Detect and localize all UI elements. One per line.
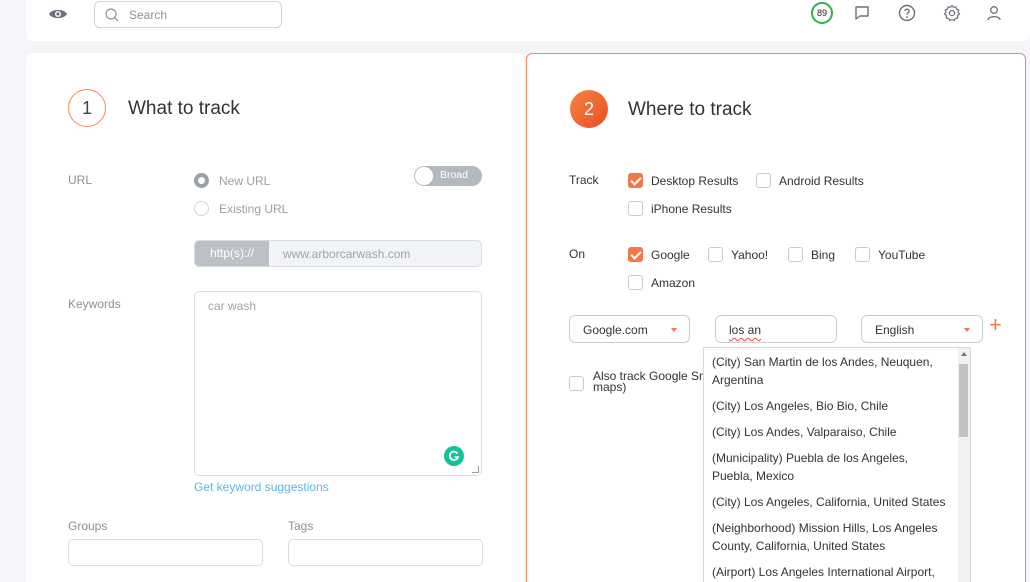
iphone-results-option[interactable]: iPhone Results bbox=[628, 201, 732, 216]
eye-icon[interactable] bbox=[48, 7, 68, 21]
bing-option[interactable]: Bing bbox=[788, 247, 835, 262]
checkbox-checked[interactable] bbox=[628, 173, 643, 188]
location-suggestion[interactable]: (City) San Martin de los Andes, Neuquen,… bbox=[704, 349, 960, 393]
checkbox-label: Amazon bbox=[651, 275, 696, 290]
location-suggestion[interactable]: (Municipality) Puebla de los Angeles, Pu… bbox=[704, 445, 960, 489]
top-bar: 89 bbox=[26, 0, 1030, 41]
desktop-results-option[interactable]: Desktop Results bbox=[628, 173, 738, 188]
checkbox-label: Google bbox=[651, 247, 690, 262]
what-to-track-panel: 1 What to track URL New URL Existing URL… bbox=[26, 53, 524, 582]
url-input[interactable]: www.arborcarwash.com bbox=[283, 247, 410, 261]
checkbox-unchecked[interactable] bbox=[628, 201, 643, 216]
url-label: URL bbox=[68, 173, 93, 187]
user-icon[interactable] bbox=[984, 3, 1004, 23]
section-title: What to track bbox=[128, 98, 240, 119]
search-engine-select[interactable]: Google.com bbox=[569, 315, 690, 343]
url-prefix: http(s):// bbox=[195, 241, 269, 266]
keywords-value: car wash bbox=[208, 299, 257, 313]
android-results-option[interactable]: Android Results bbox=[756, 173, 864, 188]
groups-input[interactable] bbox=[68, 539, 263, 566]
chevron-down-icon bbox=[671, 328, 677, 332]
keywords-textarea[interactable]: car wash bbox=[194, 291, 482, 476]
checkbox-unchecked[interactable] bbox=[788, 247, 803, 262]
dropdown-scrollbar[interactable] bbox=[958, 348, 970, 582]
help-icon[interactable] bbox=[897, 3, 917, 23]
new-url-option[interactable]: New URL bbox=[194, 173, 270, 188]
scroll-up-arrow[interactable] bbox=[961, 352, 967, 356]
checkbox-unchecked[interactable] bbox=[756, 173, 771, 188]
youtube-option[interactable]: YouTube bbox=[855, 247, 925, 262]
step-number-badge: 2 bbox=[570, 90, 608, 128]
select-value: Google.com bbox=[583, 323, 648, 337]
toggle-label: Broad bbox=[439, 169, 468, 181]
groups-label: Groups bbox=[68, 519, 108, 533]
track-label: Track bbox=[569, 173, 599, 187]
existing-url-option[interactable]: Existing URL bbox=[194, 201, 288, 216]
checkbox-unchecked[interactable] bbox=[855, 247, 870, 262]
search-box[interactable] bbox=[94, 1, 282, 28]
location-input[interactable]: los an bbox=[715, 315, 837, 343]
language-select[interactable]: English bbox=[861, 315, 983, 343]
health-score-badge[interactable]: 89 bbox=[811, 2, 833, 24]
also-track-label: Also track Google Sn maps) bbox=[593, 369, 706, 394]
gear-icon[interactable] bbox=[942, 3, 962, 23]
resize-handle[interactable] bbox=[472, 466, 479, 473]
location-value: los an bbox=[729, 323, 762, 337]
grammarly-icon[interactable] bbox=[444, 446, 464, 466]
radio-selected[interactable] bbox=[194, 173, 209, 188]
checkbox-label: Desktop Results bbox=[651, 173, 739, 188]
chat-icon[interactable] bbox=[852, 3, 872, 23]
url-field[interactable]: http(s):// www.arborcarwash.com bbox=[194, 240, 482, 267]
checkbox-label: Android Results bbox=[779, 173, 864, 188]
select-value: English bbox=[875, 323, 915, 337]
location-suggestion[interactable]: (Neighborhood) Mission Hills, Los Angele… bbox=[704, 515, 960, 559]
radio-unselected[interactable] bbox=[194, 201, 209, 216]
yahoo-option[interactable]: Yahoo! bbox=[708, 247, 768, 262]
search-input[interactable] bbox=[129, 6, 269, 24]
google-option[interactable]: Google bbox=[628, 247, 690, 262]
checkbox-label: iPhone Results bbox=[651, 201, 732, 216]
keywords-label: Keywords bbox=[68, 297, 121, 311]
radio-label: Existing URL bbox=[219, 201, 289, 216]
radio-label: New URL bbox=[219, 173, 271, 188]
checkbox-label: YouTube bbox=[878, 247, 926, 262]
on-label: On bbox=[569, 247, 586, 261]
location-suggestion[interactable]: (City) Los Angeles, Bio Bio, Chile bbox=[704, 393, 960, 419]
tags-input[interactable] bbox=[288, 539, 483, 566]
also-track-checkbox[interactable] bbox=[569, 376, 592, 391]
location-suggestion[interactable]: (City) Los Andes, Valparaiso, Chile bbox=[704, 419, 960, 445]
step-number-badge: 1 bbox=[68, 89, 106, 127]
add-location-button[interactable]: + bbox=[989, 314, 1002, 336]
broad-toggle[interactable]: Broad bbox=[414, 166, 482, 186]
toggle-knob bbox=[415, 167, 433, 185]
chevron-down-icon bbox=[964, 328, 970, 332]
checkbox-unchecked[interactable] bbox=[708, 247, 723, 262]
checkbox-unchecked[interactable] bbox=[628, 275, 643, 290]
checkbox-checked[interactable] bbox=[628, 247, 643, 262]
scrollbar-thumb[interactable] bbox=[959, 364, 968, 437]
checkbox-label: Yahoo! bbox=[731, 247, 769, 262]
amazon-option[interactable]: Amazon bbox=[628, 275, 695, 290]
section-title: Where to track bbox=[628, 99, 752, 120]
location-suggestion[interactable]: (City) Los Angeles, California, United S… bbox=[704, 489, 960, 515]
checkbox-unchecked[interactable] bbox=[569, 376, 584, 391]
keyword-suggestions-link[interactable]: Get keyword suggestions bbox=[194, 480, 329, 494]
checkbox-label: Bing bbox=[811, 247, 836, 262]
location-suggestions-dropdown[interactable]: (City) San Martin de los Andes, Neuquen,… bbox=[703, 347, 971, 582]
location-suggestion[interactable]: (Airport) Los Angeles International Airp… bbox=[704, 559, 960, 582]
search-icon bbox=[105, 8, 119, 22]
tags-label: Tags bbox=[288, 519, 314, 533]
